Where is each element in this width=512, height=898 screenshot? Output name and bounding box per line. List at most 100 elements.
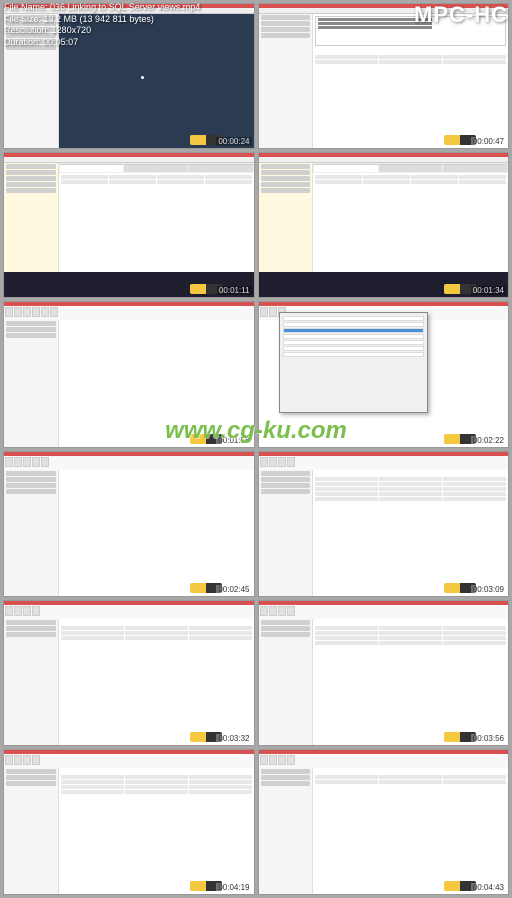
- timestamp: 00:03:09: [471, 585, 506, 594]
- timestamp: 00:00:47: [471, 137, 506, 146]
- datasheet: [313, 470, 508, 597]
- thumbnail-3[interactable]: 00:01:11: [3, 152, 255, 298]
- nav-item: [6, 321, 56, 326]
- nav-item: [6, 489, 56, 494]
- thumbnail-5[interactable]: 00:01:58: [3, 301, 255, 447]
- file-size-row: File Size: 13,2 MB (13 942 811 bytes): [4, 14, 200, 26]
- ribbon-button: [5, 606, 13, 616]
- nav-item: [261, 781, 311, 786]
- timestamp: 00:04:43: [471, 883, 506, 892]
- ribbon-button: [260, 755, 268, 765]
- ribbon: [4, 456, 254, 470]
- ribbon-button: [23, 606, 31, 616]
- resolution-value: 1280x720: [52, 25, 92, 35]
- ribbon-button: [287, 457, 295, 467]
- table-diagram: [59, 163, 254, 173]
- thumbnails-grid: 00:00:24: [0, 0, 512, 898]
- ribbon: [4, 754, 254, 768]
- navigation-pane: [4, 320, 59, 447]
- nav-item: [261, 483, 311, 488]
- file-name-value: 036 Linking to SQL Server views.mp4: [50, 2, 200, 12]
- resolution-label: Resolution:: [4, 25, 49, 35]
- file-size-value: 13,2 MB (13 942 811 bytes): [44, 14, 154, 24]
- nav-item: [6, 781, 56, 786]
- thumbnail-6[interactable]: 00:02:22: [258, 301, 510, 447]
- nav-item: [261, 620, 311, 625]
- timestamp: 00:02:22: [471, 436, 506, 445]
- ribbon-button: [32, 457, 40, 467]
- timestamp: 00:00:24: [216, 137, 251, 146]
- tables-list: [280, 313, 428, 361]
- ribbon-button: [23, 307, 31, 317]
- list-item-selected: [283, 328, 425, 333]
- nav-item: [6, 327, 56, 332]
- file-name-row: File Name: 036 Linking to SQL Server vie…: [4, 2, 200, 14]
- thumbnail-7[interactable]: 00:02:45: [3, 451, 255, 597]
- datasheet: [313, 768, 508, 895]
- navigation-pane: [4, 619, 59, 746]
- nav-item: [261, 769, 311, 774]
- tree-item: [261, 170, 311, 175]
- thumbnail-10[interactable]: 00:03:56: [258, 600, 510, 746]
- thumbnail-8[interactable]: 00:03:09: [258, 451, 510, 597]
- datasheet: [59, 768, 254, 895]
- duration-row: Duration: 00:05:07: [4, 37, 200, 49]
- list-item: [283, 316, 425, 321]
- nav-item: [6, 477, 56, 482]
- ribbon: [259, 754, 509, 768]
- timestamp: 00:01:58: [216, 436, 251, 445]
- ribbon-button: [32, 307, 40, 317]
- table-box: [443, 164, 507, 172]
- ribbon-button: [14, 755, 22, 765]
- tree-item: [6, 176, 56, 181]
- ribbon-button: [269, 457, 277, 467]
- navigation-pane: [259, 470, 314, 597]
- nav-item: [261, 477, 311, 482]
- tree-item: [6, 182, 56, 187]
- list-item: [283, 334, 425, 339]
- datasheet: [59, 619, 254, 746]
- navigation-pane: [4, 470, 59, 597]
- data-grid: [59, 619, 254, 643]
- table-box: [60, 164, 124, 172]
- data-grid: [313, 768, 508, 787]
- nav-item: [6, 333, 56, 338]
- table-box: [314, 164, 378, 172]
- nav-item: [261, 471, 311, 476]
- navigation-pane: [4, 768, 59, 895]
- list-item: [283, 340, 425, 345]
- timestamp: 00:03:32: [216, 734, 251, 743]
- list-item: [283, 322, 425, 327]
- ribbon-button: [41, 457, 49, 467]
- list-item: [283, 352, 425, 357]
- data-grid: [313, 470, 508, 504]
- timestamp: 00:01:34: [471, 286, 506, 295]
- table-diagram: [313, 163, 508, 173]
- thumbnail-9[interactable]: 00:03:32: [3, 600, 255, 746]
- ribbon-button: [23, 755, 31, 765]
- table-box: [379, 164, 443, 172]
- nav-item: [6, 471, 56, 476]
- link-tables-dialog: [279, 312, 429, 413]
- ribbon-button: [32, 606, 40, 616]
- tree-item: [6, 164, 56, 169]
- file-name-label: File Name:: [4, 2, 48, 12]
- tree-item: [261, 188, 311, 193]
- duration-value: 00:05:07: [43, 37, 78, 47]
- cursor-icon: [141, 76, 144, 79]
- thumbnail-11[interactable]: 00:04:19: [3, 749, 255, 895]
- nav-item: [6, 483, 56, 488]
- nav-item: [6, 626, 56, 631]
- duration-label: Duration:: [4, 37, 41, 47]
- timestamp: 00:04:19: [216, 883, 251, 892]
- nav-item: [261, 775, 311, 780]
- resolution-row: Resolution: 1280x720: [4, 25, 200, 37]
- ribbon-button: [260, 457, 268, 467]
- ribbon-button: [269, 755, 277, 765]
- ribbon-button: [278, 457, 286, 467]
- thumbnail-4[interactable]: 00:01:34: [258, 152, 510, 298]
- ribbon-button: [260, 606, 268, 616]
- criteria-grid: [59, 173, 254, 187]
- thumbnail-12[interactable]: 00:04:43: [258, 749, 510, 895]
- file-size-label: File Size:: [4, 14, 41, 24]
